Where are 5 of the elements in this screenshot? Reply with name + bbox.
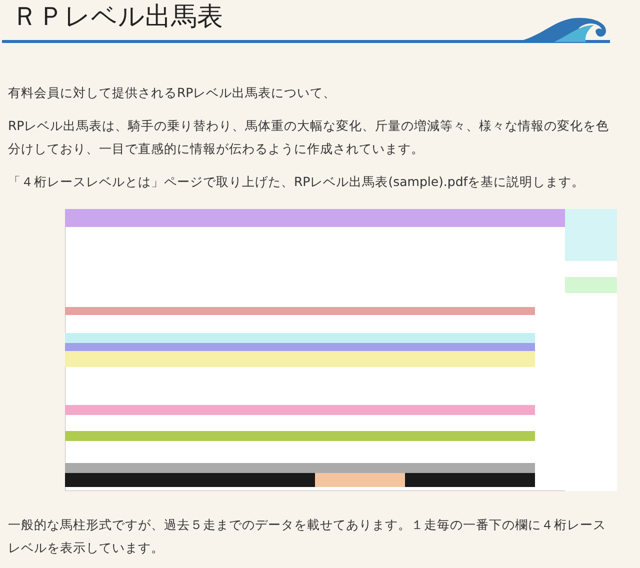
- paragraph: 一般的な馬柱形式ですが、過去５走までのデータを載せてあります。１走毎の一番下の欄に４桁レースレベルを表示しています。: [8, 516, 607, 557]
- paragraph: RPレベル出馬表は、騎手の乗り替わり、馬体重の大幅な変化、斤量の増減等々、様々な情報の変化を色分けしており、一目で直感的に情報が伝わるように作成されています。: [8, 117, 610, 158]
- paragraph: 有料会員に対して提供されるRPレベル出馬表について、: [8, 84, 338, 102]
- paragraph: 「４桁レースレベルとは」ページで取り上げた、RPレベル出馬表(sample).pdfを基に説明します。: [8, 173, 586, 191]
- page-title: ＲＰレベル出馬表: [12, 1, 223, 34]
